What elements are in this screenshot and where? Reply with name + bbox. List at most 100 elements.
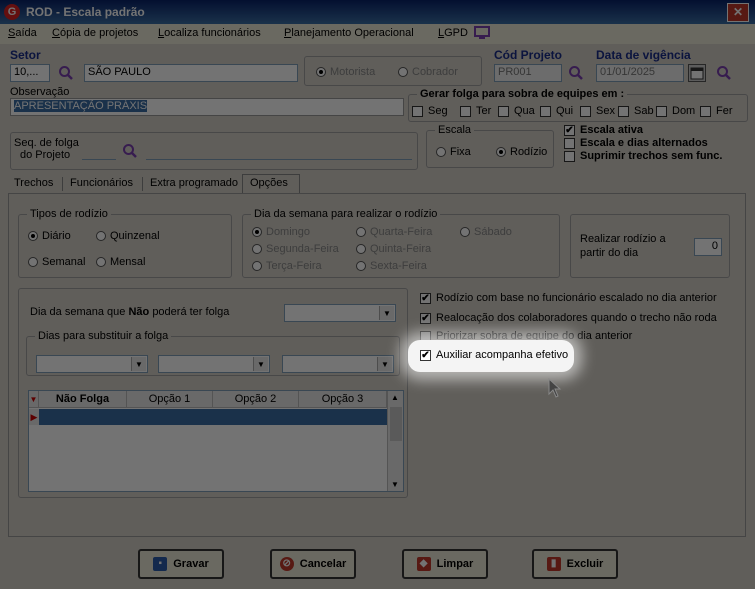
realocacao-label: Realocação dos colaboradores quando o tr… [436, 312, 717, 324]
dia-semana-folga-select[interactable]: ▼ [284, 304, 396, 322]
menu-lgpd[interactable]: LGPD [438, 27, 468, 39]
limpar-label: Limpar [436, 558, 474, 570]
limpar-button[interactable]: ◆ Limpar [402, 549, 488, 579]
grid-scrollbar[interactable]: ▲ ▼ [387, 391, 403, 491]
rodizio-quarta-radio[interactable]: Quarta-Feira [356, 226, 432, 238]
seq-folga-label-line2: do Projeto [20, 149, 71, 161]
gravar-button[interactable]: ▪ Gravar [138, 549, 224, 579]
setor-search-icon[interactable] [58, 65, 74, 81]
realocacao-checkbox[interactable]: ✔ Realocação dos colaboradores quando o t… [420, 312, 717, 324]
motorista-radio[interactable]: Motorista [316, 66, 375, 78]
rodizio-mensal-radio[interactable]: Mensal [96, 256, 145, 268]
grid-header-opcao1[interactable]: Opção 1 [127, 391, 213, 408]
scroll-down-icon[interactable]: ▼ [391, 480, 399, 489]
tab-trechos[interactable]: Trechos [14, 177, 53, 189]
setor-label: Setor [10, 48, 41, 62]
cod-projeto-search-icon[interactable] [568, 65, 584, 81]
mouse-cursor-icon [548, 378, 562, 398]
tipos-rodizio-group: Tipos de rodízio [18, 208, 232, 278]
rodizio-diario-label: Diário [42, 230, 71, 242]
motorista-label: Motorista [330, 66, 376, 78]
rodizio-domingo-label: Domingo [266, 226, 311, 238]
rodizio-quinta-radio[interactable]: Quinta-Feira [356, 243, 431, 255]
folga-fer-checkbox[interactable]: Fer [700, 105, 733, 117]
cobrador-radio[interactable]: Cobrador [398, 66, 458, 78]
setor-name-field[interactable]: SÃO PAULO [84, 64, 298, 82]
rodizio-sexta-radio[interactable]: Sexta-Feira [356, 260, 427, 272]
rodizio-domingo-radio[interactable]: Domingo [252, 226, 310, 238]
escala-fixa-radio[interactable]: Fixa [436, 146, 471, 158]
grid-selected-row[interactable] [39, 409, 387, 425]
cancel-icon: ⊘ [279, 557, 294, 571]
folga-qua-checkbox[interactable]: Qua [498, 105, 535, 117]
cancelar-button[interactable]: ⊘ Cancelar [270, 549, 356, 579]
substituir-opcao1-select[interactable]: ▼ [36, 355, 148, 373]
tab-divider [142, 177, 143, 191]
seq-folga-search-icon[interactable] [122, 143, 138, 159]
excluir-button[interactable]: ▮ Excluir [532, 549, 618, 579]
cod-projeto-field[interactable]: PR001 [494, 64, 562, 82]
folga-sex-checkbox[interactable]: Sex [580, 105, 615, 117]
suprimir-trechos-label: Suprimir trechos sem func. [580, 150, 723, 162]
rodizio-quinta-label: Quinta-Feira [370, 243, 432, 255]
menu-localiza-funcionarios[interactable]: Localiza funcionários [158, 27, 261, 39]
escala-ativa-checkbox[interactable]: ✔ Escala ativa [564, 124, 643, 136]
rodizio-base-checkbox[interactable]: ✔ Rodízio com base no funcionário escalad… [420, 292, 717, 304]
rodizio-segunda-radio[interactable]: Segunda-Feira [252, 243, 339, 255]
menu-planejamento-operacional[interactable]: Planejamento Operacional [284, 27, 414, 39]
rodizio-sabado-radio[interactable]: Sábado [460, 226, 512, 238]
data-vigencia-field[interactable]: 01/01/2025 [596, 64, 684, 82]
dias-substituir-title: Dias para substituir a folga [35, 330, 172, 342]
escala-dias-alternados-checkbox[interactable]: Escala e dias alternados [564, 137, 708, 149]
seq-folga-field[interactable] [82, 142, 116, 160]
scroll-thumb[interactable] [390, 407, 402, 441]
rodizio-quinzenal-radio[interactable]: Quinzenal [96, 230, 160, 242]
cobrador-label: Cobrador [412, 66, 458, 78]
rodizio-terca-radio[interactable]: Terça-Feira [252, 260, 322, 272]
calendar-icon[interactable] [688, 64, 706, 82]
tab-extra-programado[interactable]: Extra programado [150, 177, 238, 189]
observacao-label: Observação [10, 86, 70, 98]
folga-sab-label: Sab [634, 105, 654, 117]
dia-semana-rodizio-title: Dia da semana para realizar o rodízio [251, 208, 441, 220]
substituir-opcao3-select[interactable]: ▼ [282, 355, 394, 373]
chevron-down-icon: ▼ [377, 357, 392, 371]
grid-header-nao-folga[interactable]: Não Folga [39, 391, 127, 408]
folga-grid[interactable]: ▼ Não Folga Opção 1 Opção 2 Opção 3 ▶ ▲ … [28, 390, 404, 492]
dia-semana-pre-text: Dia da semana que [30, 306, 126, 318]
dia-semana-folga-label: Dia da semana que Não poderá ter folga [30, 306, 229, 318]
close-window-button[interactable]: ✕ [727, 3, 749, 22]
menu-saida[interactable]: Saída [8, 27, 37, 39]
rodizio-semanal-label: Semanal [42, 256, 86, 268]
escala-rodizio-radio[interactable]: Rodízio [496, 146, 547, 158]
observacao-field[interactable]: APRESENTAÇÃO PRÁXIS [10, 98, 404, 116]
substituir-opcao2-select[interactable]: ▼ [158, 355, 270, 373]
folga-qui-checkbox[interactable]: Qui [540, 105, 573, 117]
tab-funcionarios[interactable]: Funcionários [70, 177, 133, 189]
data-vigencia-search-icon[interactable] [716, 65, 732, 81]
suprimir-trechos-checkbox[interactable]: Suprimir trechos sem func. [564, 150, 722, 162]
folga-dom-checkbox[interactable]: Dom [656, 105, 695, 117]
menu-copia-projetos[interactable]: Cópia de projetos [52, 27, 138, 39]
realizar-rodizio-label-line1: Realizar rodízio a [580, 233, 666, 245]
folga-ter-checkbox[interactable]: Ter [460, 105, 491, 117]
folga-seg-checkbox[interactable]: Seg [412, 105, 448, 117]
grid-header-opcao2[interactable]: Opção 2 [213, 391, 299, 408]
scroll-up-icon[interactable]: ▲ [391, 393, 399, 402]
realizar-rodizio-dia-field[interactable]: 0 [694, 238, 722, 256]
realizar-rodizio-label-line2: partir do dia [580, 247, 639, 259]
grid-header-opcao3[interactable]: Opção 3 [299, 391, 387, 408]
rodizio-diario-radio[interactable]: Diário [28, 230, 71, 242]
escala-fixa-label: Fixa [450, 146, 471, 158]
gerar-folga-title: Gerar folga para sobra de equipes em : [417, 88, 628, 100]
data-vigencia-label: Data de vigência [596, 48, 691, 62]
rodizio-semanal-radio[interactable]: Semanal [28, 256, 85, 268]
folga-sab-checkbox[interactable]: Sab [618, 105, 654, 117]
auxiliar-acompanha-label: Auxiliar acompanha efetivo [436, 349, 569, 361]
monitor-icon[interactable] [474, 26, 490, 43]
setor-code-field[interactable]: 10,... [10, 64, 50, 82]
chevron-down-icon: ▼ [379, 306, 394, 320]
seq-folga-desc-field[interactable] [146, 142, 412, 160]
cod-projeto-label: Cód Projeto [494, 48, 562, 62]
auxiliar-acompanha-checkbox[interactable]: ✔ Auxiliar acompanha efetivo [420, 349, 568, 361]
